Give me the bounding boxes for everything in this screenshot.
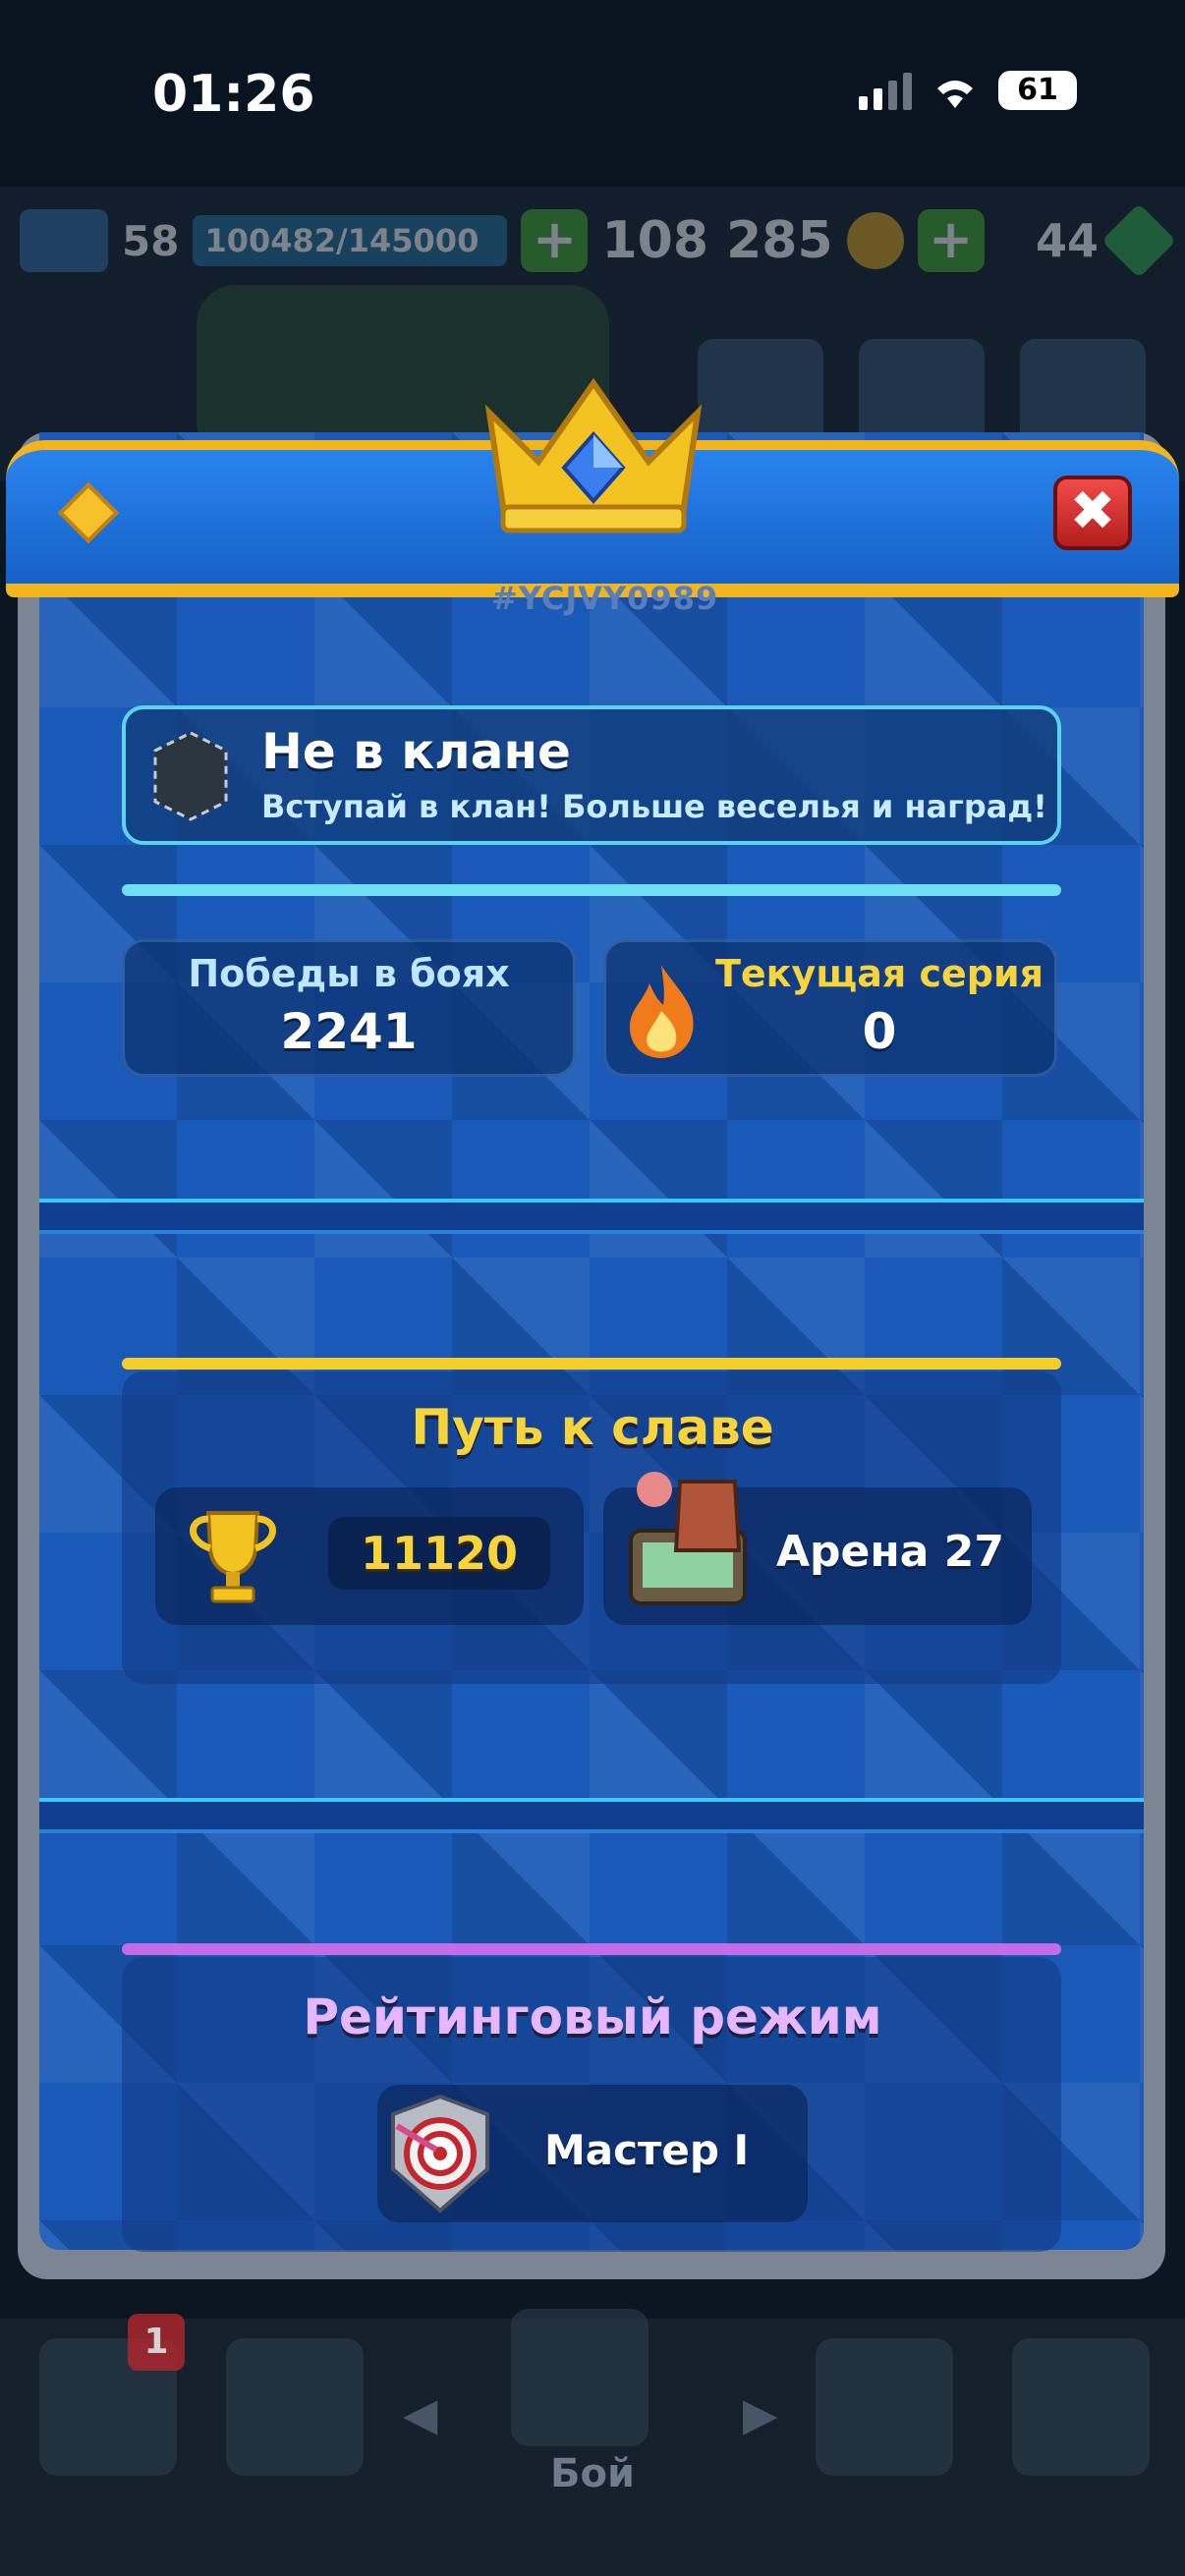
current-streak-label: Текущая серия <box>714 952 1044 995</box>
section-divider <box>39 1199 1144 1234</box>
status-time: 01:26 <box>152 65 315 124</box>
wifi-icon <box>937 81 973 108</box>
ranked-mode-title: Рейтинговый режим <box>303 1988 882 2045</box>
arena-icon <box>629 1472 747 1605</box>
arena-label: Арена 27 <box>776 1527 1005 1577</box>
rank-label: Мастер I <box>544 2126 750 2174</box>
current-streak-value: 0 <box>862 1003 897 1060</box>
clan-status-box[interactable]: Не в клане Вступай в клан! Больше весель… <box>122 705 1061 845</box>
currency-bar: 58 100482/145000 + 108 285 + 44 <box>20 201 1177 280</box>
trophy-box[interactable]: 11120 <box>155 1487 584 1625</box>
trophy-count: 11120 <box>328 1517 550 1590</box>
xp-bar: 100482/145000 <box>193 215 508 266</box>
crown-icon <box>484 377 703 533</box>
section-separator <box>122 1358 1061 1370</box>
battle-tab-label: Бой <box>550 2451 635 2496</box>
empty-clan-badge-icon <box>153 731 228 821</box>
clan-tab-icon <box>816 2338 953 2476</box>
trophy-icon <box>190 1511 276 1603</box>
player-tag[interactable]: #YCJVY0989 <box>491 580 718 617</box>
status-icons: 61 <box>859 71 1077 110</box>
close-button[interactable]: ✖ <box>1053 476 1132 550</box>
gems-amount: 44 <box>1035 214 1099 267</box>
battle-wins-box: Победы в боях 2241 <box>122 939 576 1077</box>
cards-tab-icon <box>226 2338 364 2476</box>
section-separator <box>122 884 1061 896</box>
arena-box[interactable]: Арена 27 <box>603 1472 1032 1625</box>
gold-coin-icon <box>846 212 904 269</box>
events-tab-icon <box>1012 2338 1150 2476</box>
nav-right-arrow-icon: ▶ <box>743 2387 778 2440</box>
current-streak-box: Текущая серия 0 <box>603 939 1057 1077</box>
battle-wins-value: 2241 <box>280 1003 418 1060</box>
level-number: 58 <box>122 216 180 265</box>
nav-left-arrow-icon: ◀ <box>403 2387 438 2440</box>
gem-icon <box>1100 202 1177 279</box>
gold-amount: 108 285 <box>601 211 833 270</box>
status-bar: 01:26 61 <box>0 0 1185 187</box>
add-xp-button: + <box>521 209 589 272</box>
add-gold-button: + <box>917 209 985 272</box>
path-of-glory-title: Путь к славе <box>411 1399 774 1456</box>
rank-box[interactable]: Мастер I <box>377 2085 808 2222</box>
battery-indicator: 61 <box>998 71 1077 110</box>
cellular-signal-icon <box>859 71 912 110</box>
shop-notification-badge: 1 <box>128 2314 185 2371</box>
clan-title: Не в клане <box>261 723 571 780</box>
battle-tab-icon <box>511 2309 649 2446</box>
master-rank-target-icon <box>391 2094 489 2213</box>
section-separator <box>122 1943 1061 1955</box>
level-badge-icon <box>20 209 108 272</box>
battle-wins-label: Победы в боях <box>188 952 510 995</box>
clan-subtitle: Вступай в клан! Больше веселья и наград! <box>261 788 1047 825</box>
section-divider <box>39 1798 1144 1833</box>
